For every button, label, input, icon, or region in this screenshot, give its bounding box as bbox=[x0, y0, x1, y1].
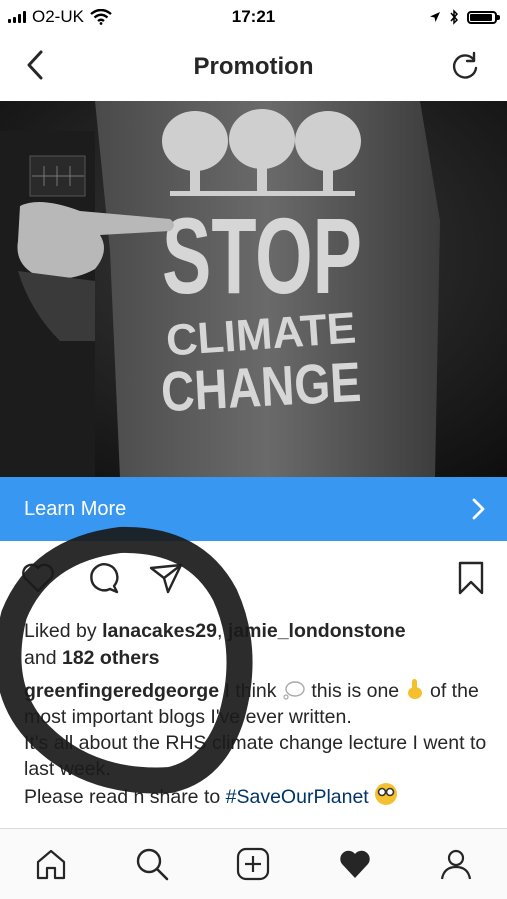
caption-hashtag[interactable]: #SaveOurPlanet bbox=[226, 786, 369, 808]
liker-username-1[interactable]: lanacakes29 bbox=[102, 620, 217, 642]
page-title: Promotion bbox=[193, 53, 314, 80]
tree-graphic bbox=[162, 109, 361, 196]
likes-summary: Liked by lanacakes29, jamie_londonstone … bbox=[24, 618, 494, 672]
pointing-up-emoji-icon bbox=[407, 679, 422, 699]
tab-search[interactable] bbox=[130, 842, 174, 886]
caption-text-2: this is one bbox=[311, 680, 400, 702]
nerd-face-emoji-icon bbox=[375, 783, 398, 805]
status-right bbox=[429, 9, 507, 25]
profile-icon bbox=[441, 849, 472, 880]
caption-text-1: I think bbox=[224, 680, 277, 702]
comment-icon bbox=[90, 563, 119, 594]
likes-others-count[interactable]: 182 others bbox=[62, 647, 160, 669]
thought-bubble-icon bbox=[283, 681, 305, 700]
tshirt-photo: STOP CLIMATE CHANGE bbox=[0, 101, 507, 477]
caption-text-5: Please read n share to bbox=[24, 786, 221, 808]
refresh-icon bbox=[452, 51, 478, 79]
carrier-name: O2-UK bbox=[32, 7, 84, 26]
home-icon bbox=[36, 849, 65, 880]
tab-profile[interactable] bbox=[434, 842, 478, 886]
tab-home[interactable] bbox=[29, 842, 73, 886]
direct-share-icon bbox=[149, 563, 183, 594]
signal-strength-icon bbox=[8, 11, 26, 23]
back-button[interactable] bbox=[18, 48, 52, 82]
like-button[interactable] bbox=[20, 560, 56, 596]
likes-separator: , bbox=[217, 620, 223, 642]
activity-heart-icon bbox=[340, 850, 370, 878]
liker-username-2[interactable]: jamie_londonstone bbox=[228, 620, 406, 642]
add-post-icon bbox=[237, 847, 270, 881]
caption-username[interactable]: greenfingeredgeorge bbox=[24, 680, 219, 702]
caption-container: greenfingeredgeorge I think this is one … bbox=[0, 678, 507, 828]
battery-level bbox=[470, 13, 492, 21]
save-button[interactable] bbox=[453, 560, 489, 596]
refresh-button[interactable] bbox=[449, 50, 481, 82]
caption-text-4: It's all about the RHS climate change le… bbox=[24, 732, 487, 780]
bookmark-icon bbox=[458, 561, 484, 595]
likes-and: and bbox=[24, 647, 57, 669]
chevron-right-icon bbox=[472, 498, 485, 520]
bottom-tab-bar bbox=[0, 828, 507, 899]
chevron-left-icon bbox=[27, 50, 43, 80]
learn-more-button[interactable]: Learn More bbox=[0, 477, 507, 541]
wifi-icon bbox=[90, 9, 112, 25]
tab-add-post[interactable] bbox=[231, 842, 275, 886]
learn-more-label: Learn More bbox=[24, 497, 127, 520]
tab-activity[interactable] bbox=[333, 842, 377, 886]
bluetooth-icon bbox=[450, 9, 459, 25]
heart-outline-icon bbox=[22, 563, 54, 593]
battery-icon bbox=[467, 10, 500, 24]
post-actions bbox=[0, 550, 507, 606]
comment-button[interactable] bbox=[86, 560, 122, 596]
share-button[interactable] bbox=[148, 560, 184, 596]
shirt-text-stop: STOP bbox=[162, 195, 362, 316]
status-bar: O2-UK 17:21 bbox=[0, 0, 507, 34]
post-caption: greenfingeredgeorge I think this is one … bbox=[24, 678, 494, 810]
nav-bar: Promotion bbox=[0, 34, 507, 100]
status-left: O2-UK bbox=[0, 7, 112, 27]
likes-prefix: Liked by bbox=[24, 620, 97, 642]
post-image[interactable]: STOP CLIMATE CHANGE bbox=[0, 101, 507, 477]
location-arrow-icon bbox=[430, 12, 440, 22]
search-icon bbox=[136, 848, 169, 881]
shirt-text-change: CHANGE bbox=[159, 350, 362, 423]
